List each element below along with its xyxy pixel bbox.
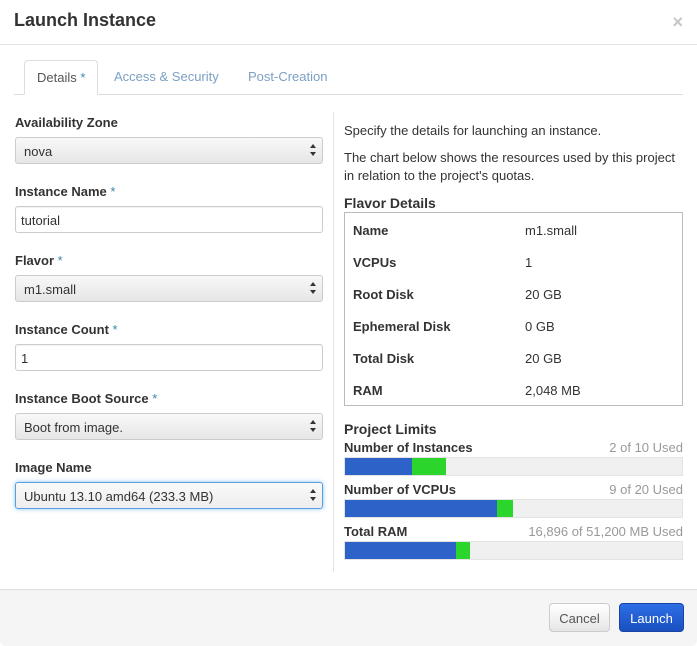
select-arrows-icon [310, 144, 316, 156]
bar-used-fill [345, 500, 497, 517]
flavor-value: 2,048 MB [525, 383, 581, 398]
info-text-1: Specify the details for launching an ins… [344, 123, 602, 138]
instance-name-value: tutorial [21, 213, 61, 228]
modal-footer: Cancel Launch [0, 589, 697, 646]
boot-source-label: Instance Boot Source * [15, 391, 158, 406]
required-marker: * [57, 253, 63, 268]
bar-used-fill [345, 458, 413, 475]
boot-source-select[interactable]: Boot from image. [15, 413, 323, 440]
table-row: Name m1.small [353, 223, 673, 243]
bar-new-fill [496, 500, 514, 517]
flavor-select[interactable]: m1.small [15, 275, 323, 302]
select-arrows-icon [310, 282, 316, 294]
launch-instance-modal: Launch Instance × Details * Access & Sec… [0, 0, 697, 646]
instance-count-value: 1 [21, 351, 29, 366]
column-divider [333, 112, 334, 572]
flavor-value: m1.small [525, 223, 578, 238]
image-name-select[interactable]: Ubuntu 13.10 amd64 (233.3 MB) [15, 482, 323, 509]
availability-zone-select[interactable]: nova [15, 137, 323, 164]
limit-instances-used: 2 of 10 Used [609, 440, 683, 455]
select-arrows-icon [310, 420, 316, 432]
project-limits-title: Project Limits [344, 421, 437, 437]
limit-ram-used: 16,896 of 51,200 MB Used [528, 524, 683, 539]
instance-name-label: Instance Name * [15, 184, 116, 199]
availability-zone-value: nova [24, 144, 53, 159]
flavor-key: VCPUs [353, 255, 397, 270]
tab-post-creation[interactable]: Post-Creation [236, 60, 339, 95]
flavor-key: Root Disk [353, 287, 414, 302]
table-row: Total Disk 20 GB [353, 351, 673, 371]
tab-bar: Details * Access & Security Post-Creatio… [24, 60, 684, 95]
flavor-value: 20 GB [525, 351, 562, 366]
limit-vcpus-bar [344, 499, 683, 518]
image-name-label: Image Name [15, 460, 92, 475]
required-marker: * [112, 322, 118, 337]
modal-title: Launch Instance [14, 10, 157, 30]
instance-name-input[interactable]: tutorial [15, 206, 323, 233]
table-row: VCPUs 1 [353, 255, 673, 275]
limit-ram-label: Total RAM [344, 524, 408, 539]
table-row: RAM 2,048 MB [353, 383, 673, 403]
flavor-value: 1 [525, 255, 533, 270]
tab-details[interactable]: Details * [24, 60, 99, 95]
required-marker: * [110, 184, 116, 199]
availability-zone-label: Availability Zone [15, 115, 118, 130]
limit-vcpus-label: Number of VCPUs [344, 482, 456, 497]
flavor-label: Flavor * [15, 253, 63, 268]
bar-used-fill [345, 542, 457, 559]
bar-new-fill [412, 458, 447, 475]
table-row: Root Disk 20 GB [353, 287, 673, 307]
required-marker: * [152, 391, 158, 406]
launch-button[interactable]: Launch [619, 603, 684, 632]
instance-count-input[interactable]: 1 [15, 344, 323, 371]
tab-access-security[interactable]: Access & Security [102, 60, 231, 95]
limit-instances-label: Number of Instances [344, 440, 473, 455]
limit-ram-bar [344, 541, 683, 560]
instance-count-label: Instance Count * [15, 322, 118, 337]
tab-details-label: Details [37, 70, 77, 85]
select-arrows-icon [310, 489, 316, 501]
flavor-value: m1.small [24, 282, 77, 297]
limit-vcpus-used: 9 of 20 Used [609, 482, 683, 497]
table-row: Ephemeral Disk 0 GB [353, 319, 673, 339]
limit-instances-bar [344, 457, 683, 476]
flavor-details-title: Flavor Details [344, 195, 436, 211]
boot-source-value: Boot from image. [24, 420, 123, 435]
flavor-key: Name [353, 223, 389, 238]
close-icon[interactable]: × [672, 12, 683, 33]
flavor-details-table: Name m1.small VCPUs 1 Root Disk 20 GB Ep… [344, 212, 683, 406]
modal-header: Launch Instance × [0, 0, 697, 45]
cancel-button[interactable]: Cancel [549, 603, 610, 632]
flavor-key: RAM [353, 383, 383, 398]
image-name-value: Ubuntu 13.10 amd64 (233.3 MB) [24, 489, 214, 504]
bar-new-fill [456, 542, 470, 559]
flavor-key: Total Disk [353, 351, 415, 366]
flavor-value: 20 GB [525, 287, 562, 302]
info-text-2: The chart below shows the resources used… [344, 150, 675, 183]
required-marker: * [80, 70, 86, 85]
flavor-value: 0 GB [525, 319, 555, 334]
flavor-key: Ephemeral Disk [353, 319, 451, 334]
